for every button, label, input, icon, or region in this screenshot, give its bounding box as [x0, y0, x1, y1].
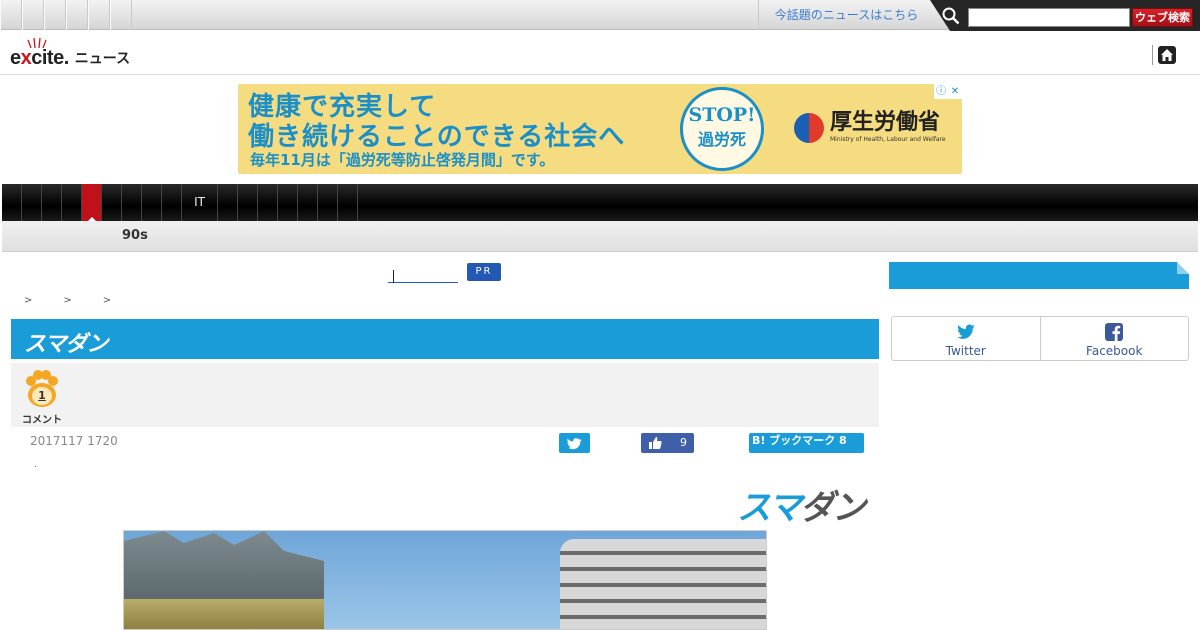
- logo-part-2: ダン: [799, 488, 866, 528]
- category-tab[interactable]: [258, 184, 278, 221]
- category-tab[interactable]: [22, 184, 42, 221]
- author-dot: .: [34, 460, 37, 470]
- search-icon[interactable]: [942, 7, 960, 25]
- facebook-follow-button[interactable]: Facebook: [1039, 317, 1189, 360]
- excite-logo-text: excite.: [10, 38, 69, 70]
- article-info-box: [11, 363, 879, 427]
- photo-building-right: [560, 539, 766, 629]
- web-search-input[interactable]: [968, 8, 1130, 27]
- pr-link[interactable]: [388, 265, 458, 283]
- facebook-like-button[interactable]: 9: [641, 433, 694, 453]
- category-tab[interactable]: [318, 184, 338, 221]
- header-divider: [1152, 45, 1153, 65]
- facebook-icon: [1105, 323, 1124, 341]
- badge-line-1: STOP!: [688, 104, 756, 126]
- photo-building-left: [124, 531, 324, 629]
- ministry-logo: 厚生労働省 Ministry of Health, Labour and Wel…: [794, 112, 946, 143]
- category-tab[interactable]: [102, 184, 122, 221]
- site-header: excite. ニュース: [0, 31, 1200, 75]
- sub-nav: 90s: [2, 221, 1198, 252]
- ad-banner[interactable]: 健康で充実して 働き続けることのできる社会へ 毎年11月は「過労死等防止啓発月間…: [238, 84, 962, 174]
- category-tab[interactable]: [338, 184, 358, 221]
- excite-news-logo[interactable]: excite. ニュース: [10, 36, 130, 70]
- pr-badge: PR: [467, 263, 501, 281]
- badge-line-2: 過労死: [697, 130, 746, 149]
- twitter-bird-icon: [567, 438, 582, 450]
- text-cursor: [393, 270, 394, 283]
- fold-corner: [1177, 262, 1189, 274]
- top-tab[interactable]: [110, 0, 132, 30]
- stop-karoshi-badge: STOP! 過労死: [680, 87, 764, 171]
- top-tab[interactable]: [88, 0, 110, 30]
- category-tab[interactable]: [2, 184, 22, 221]
- top-tab[interactable]: [66, 0, 88, 30]
- comment-label: コメント: [22, 415, 62, 426]
- news-section-label: ニュース: [74, 51, 131, 67]
- article-photo[interactable]: [123, 530, 767, 630]
- category-tab-it[interactable]: IT: [182, 184, 218, 221]
- ad-controls: ⓘ ✕: [934, 84, 962, 99]
- like-count: 9: [680, 436, 687, 449]
- category-tab[interactable]: [218, 184, 238, 221]
- facebook-label: Facebook: [1086, 344, 1143, 358]
- breadcrumb-separator: >: [24, 295, 33, 306]
- subnav-tag-90s[interactable]: 90s: [122, 228, 148, 243]
- twitter-icon: [956, 324, 975, 339]
- article-source-logo: スマダン: [737, 480, 866, 529]
- comment-count[interactable]: 1: [22, 389, 62, 402]
- home-icon[interactable]: [1158, 46, 1176, 64]
- ministry-mark-icon: [794, 112, 824, 143]
- category-tab[interactable]: [142, 184, 162, 221]
- ad-subtext: 毎年11月は「過労死等防止啓発月間」です。: [250, 151, 555, 169]
- category-tab-active[interactable]: [82, 184, 102, 221]
- breadcrumb-separator: >: [63, 295, 72, 306]
- category-tab[interactable]: [278, 184, 298, 221]
- top-utility-bar: 今話題のニュースはこちら ウェブ検索: [0, 0, 1200, 34]
- category-nav: IT: [2, 184, 1198, 221]
- thumbs-up-icon: [649, 437, 662, 449]
- sidebar-header: [889, 262, 1189, 289]
- ministry-name: 厚生労働省: [830, 110, 941, 135]
- category-tab[interactable]: [298, 184, 318, 221]
- logo-part-1: スマ: [737, 488, 802, 528]
- sumadan-logo[interactable]: スマダン: [24, 326, 108, 358]
- twitter-label: Twitter: [945, 344, 986, 358]
- category-tab[interactable]: [42, 184, 62, 221]
- category-tab[interactable]: [62, 184, 82, 221]
- breadcrumb: > > >: [24, 295, 111, 306]
- top-tab[interactable]: [0, 0, 22, 30]
- category-tab[interactable]: [238, 184, 258, 221]
- logo-rays-icon: [27, 38, 47, 48]
- tweet-button[interactable]: [559, 433, 590, 453]
- ad-info-icon[interactable]: ⓘ: [934, 84, 948, 99]
- ad-close-icon[interactable]: ✕: [948, 84, 962, 99]
- top-tab[interactable]: [44, 0, 66, 30]
- hatena-bookmark-button[interactable]: B! ブックマーク 8: [749, 433, 864, 453]
- web-search-button[interactable]: ウェブ検索: [1132, 8, 1193, 27]
- category-tab[interactable]: [122, 184, 142, 221]
- paw-comment-icon[interactable]: [22, 368, 62, 408]
- trending-news-link[interactable]: 今話題のニュースはこちら: [758, 0, 934, 30]
- publish-date: 2017117 1720: [30, 434, 118, 448]
- ad-headline-2: 働き続けることのできる社会へ: [248, 122, 626, 152]
- sns-follow-box: Twitter Facebook: [891, 316, 1189, 361]
- media-header-bar: スマダン: [11, 319, 879, 359]
- breadcrumb-separator: >: [102, 295, 112, 306]
- ministry-english-name: Ministry of Health, Labour and Welfare: [830, 136, 946, 143]
- category-tab[interactable]: [162, 184, 182, 221]
- top-tabs: [0, 0, 132, 30]
- top-tab[interactable]: [22, 0, 44, 30]
- twitter-follow-button[interactable]: Twitter: [892, 317, 1040, 360]
